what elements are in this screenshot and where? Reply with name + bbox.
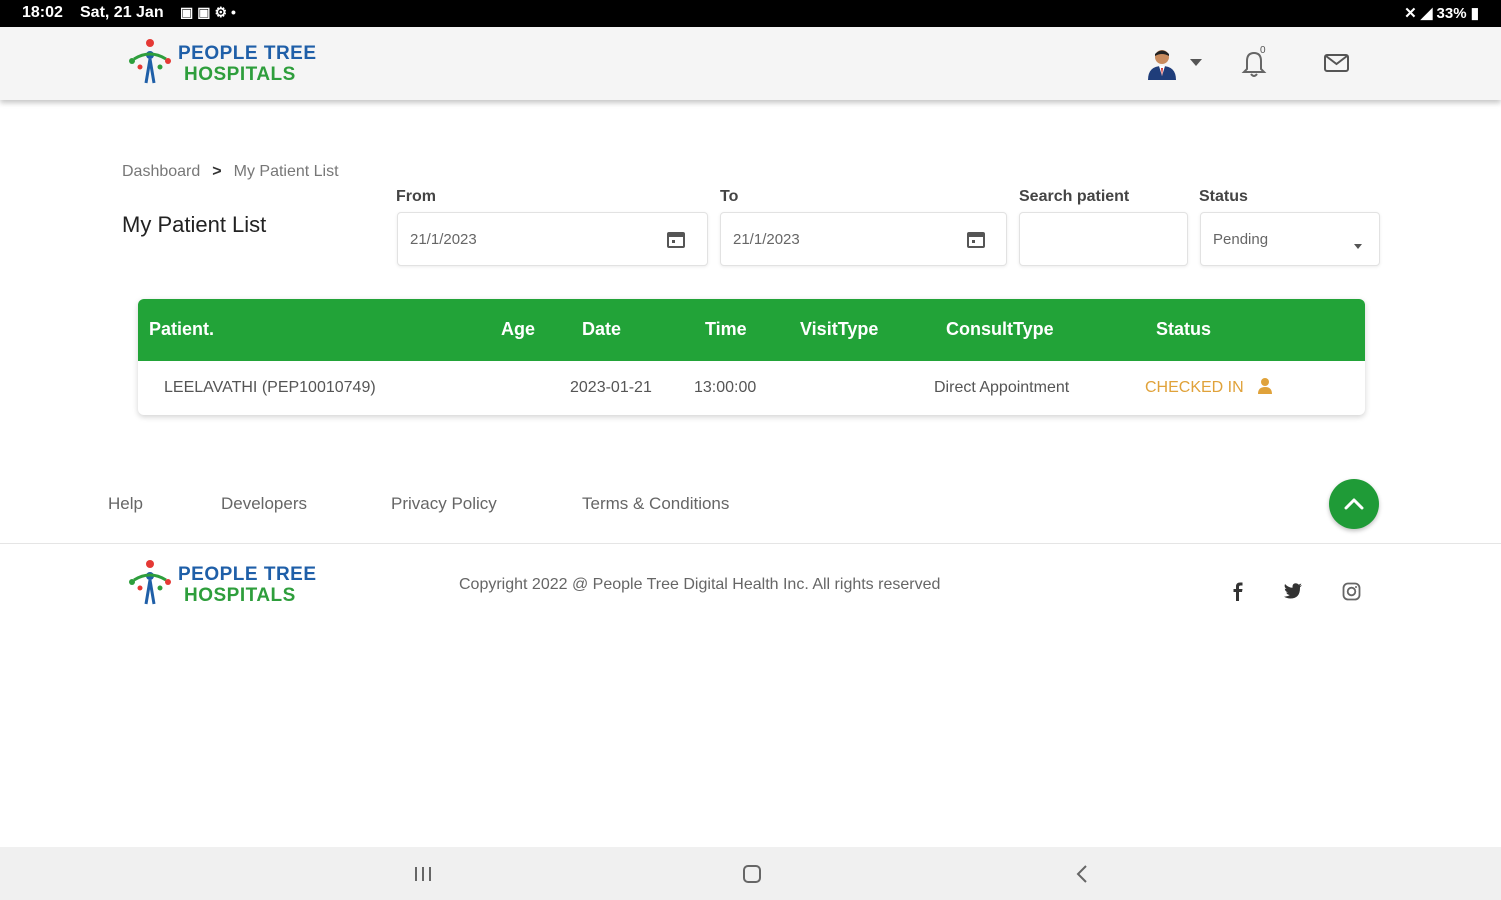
footer-link-privacy-policy[interactable]: Privacy Policy: [391, 494, 497, 514]
status-select-value: Pending: [1213, 231, 1269, 248]
cell-consult-type: Direct Appointment: [934, 379, 1070, 396]
brand-name-line1: PEOPLE TREE: [178, 43, 317, 64]
header-patient[interactable]: Patient.: [149, 319, 214, 340]
mail-icon[interactable]: [1324, 53, 1350, 78]
cell-time: 13:00:00: [694, 379, 757, 396]
logo-icon: [129, 39, 171, 84]
page-title: My Patient List: [122, 212, 267, 237]
status-label: Status: [1199, 188, 1248, 205]
chevron-down-icon[interactable]: [1189, 55, 1203, 73]
search-patient-input[interactable]: [1020, 213, 1191, 267]
breadcrumb-current: My Patient List: [233, 163, 339, 180]
logo-icon: [129, 560, 171, 605]
status-bar: 18:02 Sat, 21 Jan ▣▣⚙• ✕ ◢ 33% ▮: [0, 0, 1501, 27]
brand-name-line2: HOSPITALS: [184, 64, 296, 85]
brand-name-line2: HOSPITALS: [184, 585, 296, 606]
to-date-field[interactable]: 21/1/2023: [720, 212, 1007, 266]
scroll-to-top-button[interactable]: [1329, 479, 1379, 529]
app-header: PEOPLE TREE HOSPITALS 0: [0, 27, 1501, 100]
chevron-right-icon: >: [212, 163, 222, 180]
cell-patient[interactable]: LEELAVATHI (PEP10010749): [164, 379, 376, 397]
from-date-value: 21/1/2023: [410, 231, 477, 248]
from-date-field[interactable]: 21/1/2023: [397, 212, 708, 266]
from-label: From: [396, 188, 436, 205]
header-date[interactable]: Date: [582, 319, 621, 340]
footer-link-terms[interactable]: Terms & Conditions: [582, 494, 729, 514]
breadcrumb: Dashboard > My Patient List: [122, 163, 339, 181]
cell-status: CHECKED IN: [1145, 379, 1244, 396]
checked-in-user-icon[interactable]: [1256, 377, 1274, 400]
chevron-up-icon: [1344, 498, 1364, 510]
to-date-value: 21/1/2023: [733, 231, 800, 248]
breadcrumb-dashboard[interactable]: Dashboard: [122, 163, 200, 180]
status-select[interactable]: Pending: [1200, 212, 1380, 266]
calendar-icon[interactable]: [966, 229, 986, 254]
user-avatar[interactable]: [1144, 46, 1180, 87]
footer-link-developers[interactable]: Developers: [221, 494, 307, 514]
status-notification-icons: ▣▣⚙•: [180, 4, 240, 20]
patient-table: Patient. Age Date Time VisitType Consult…: [138, 299, 1365, 415]
instagram-icon[interactable]: [1342, 582, 1361, 606]
status-time: 18:02: [22, 4, 63, 21]
back-icon[interactable]: [1074, 864, 1090, 889]
mute-icon: ✕: [1404, 5, 1417, 22]
system-nav-bar: [0, 847, 1501, 900]
battery-level: 33%: [1436, 5, 1467, 22]
copyright-text: Copyright 2022 @ People Tree Digital Hea…: [459, 576, 941, 593]
brand-logo[interactable]: PEOPLE TREE HOSPITALS: [126, 37, 316, 89]
facebook-icon[interactable]: [1229, 580, 1245, 607]
header-age[interactable]: Age: [501, 319, 535, 340]
header-consult-type[interactable]: ConsultType: [946, 319, 1054, 340]
footer-brand-logo[interactable]: PEOPLE TREE HOSPITALS: [126, 558, 316, 610]
notification-badge: 0: [1260, 45, 1266, 56]
cell-date: 2023-01-21: [570, 379, 652, 396]
header-visit-type[interactable]: VisitType: [800, 319, 878, 340]
home-icon[interactable]: [742, 864, 762, 889]
table-header: Patient. Age Date Time VisitType Consult…: [138, 299, 1365, 361]
brand-name-line1: PEOPLE TREE: [178, 564, 317, 585]
calendar-icon[interactable]: [666, 229, 686, 254]
search-patient-field[interactable]: [1019, 212, 1191, 267]
twitter-icon[interactable]: [1283, 582, 1303, 605]
recent-apps-icon[interactable]: [413, 865, 433, 888]
dropdown-caret-icon: [1353, 237, 1363, 255]
battery-icon: ▮: [1470, 5, 1479, 22]
search-patient-label: Search patient: [1019, 188, 1130, 205]
footer-divider: [0, 543, 1501, 544]
header-time[interactable]: Time: [705, 319, 747, 340]
footer-link-help[interactable]: Help: [108, 494, 143, 514]
status-right: ✕ ◢ 33% ▮: [1404, 4, 1479, 22]
wifi-icon: ◢: [1420, 5, 1433, 22]
status-date: Sat, 21 Jan: [80, 4, 164, 21]
to-label: To: [720, 188, 739, 205]
header-status[interactable]: Status: [1156, 319, 1211, 340]
